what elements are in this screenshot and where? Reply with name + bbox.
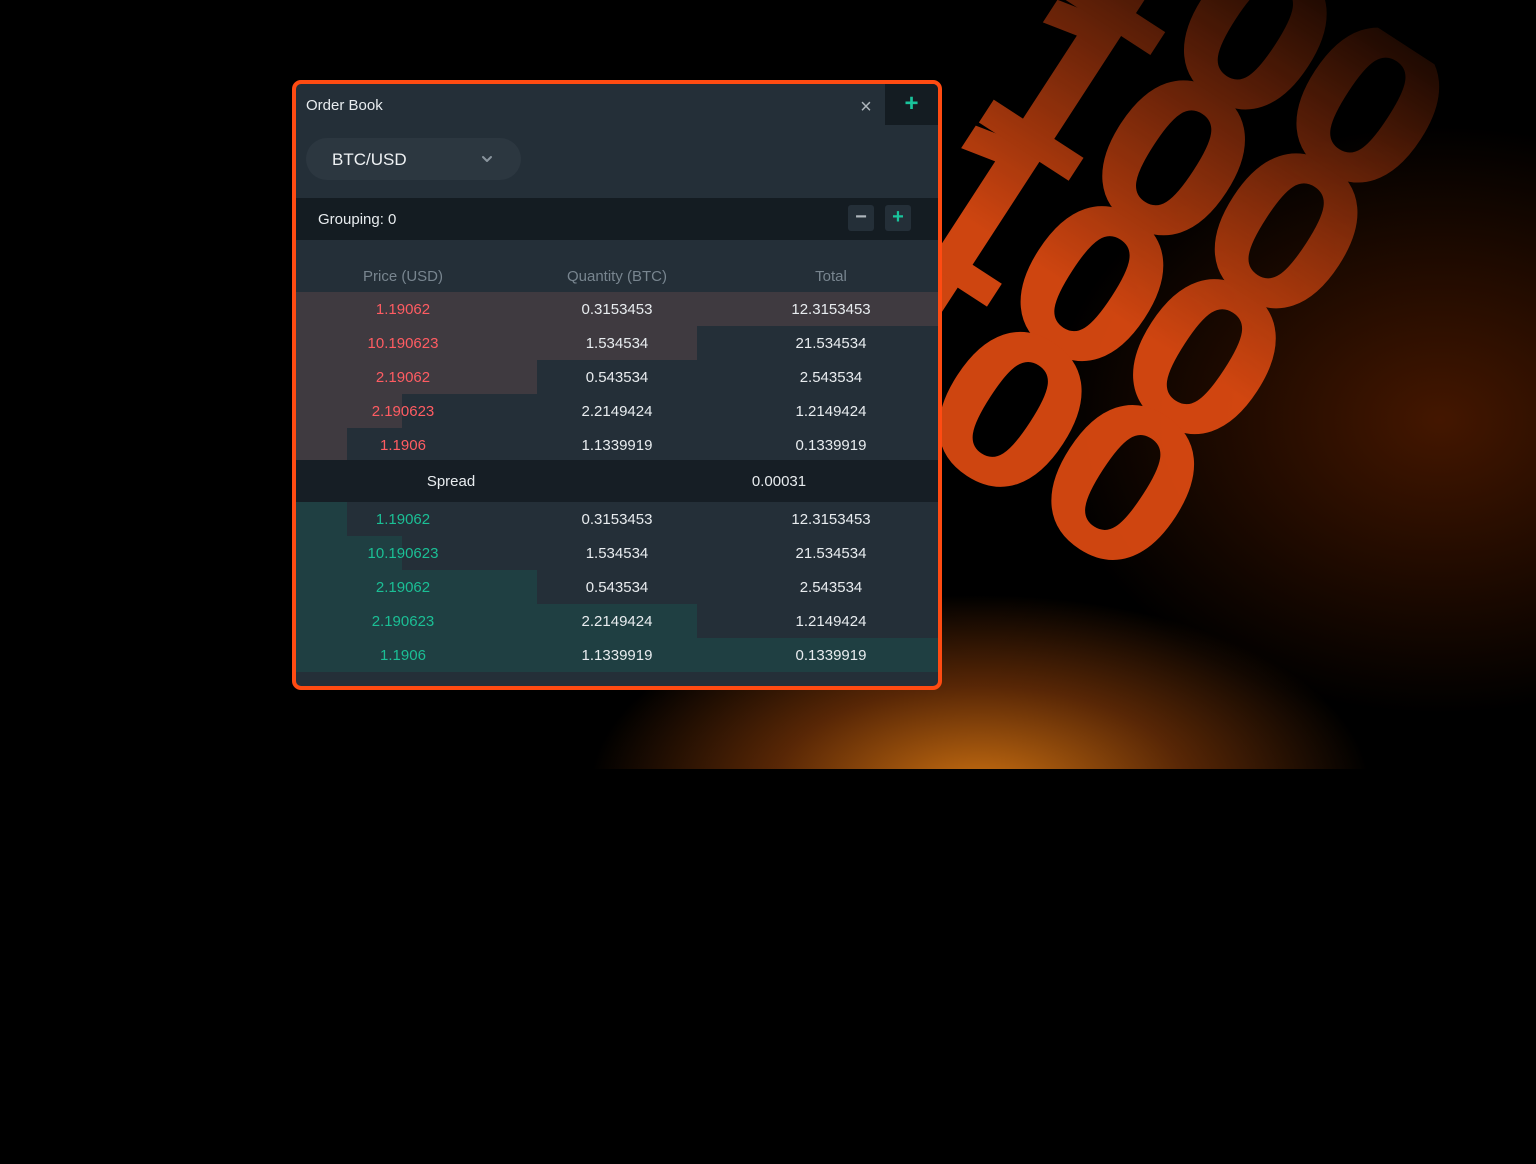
ask-row[interactable]: 10.190623 1.534534 21.534534 bbox=[296, 326, 938, 360]
ask-price: 10.190623 bbox=[367, 335, 439, 352]
bid-quantity: 0.3153453 bbox=[581, 511, 653, 528]
ask-price: 1.19062 bbox=[375, 301, 431, 318]
column-header-price: Price (USD) bbox=[362, 268, 443, 285]
spread-label: Spread bbox=[426, 473, 476, 490]
close-icon[interactable]: × bbox=[855, 96, 877, 118]
bid-quantity: 1.1339919 bbox=[581, 647, 653, 664]
spread-value: 0.00031 bbox=[751, 473, 807, 490]
ask-total: 21.534534 bbox=[795, 335, 867, 352]
column-header-quantity: Quantity (BTC) bbox=[566, 268, 668, 285]
ask-row[interactable]: 1.1906 1.1339919 0.1339919 bbox=[296, 428, 938, 462]
ask-quantity: 1.1339919 bbox=[581, 437, 653, 454]
ask-total: 2.543534 bbox=[799, 369, 863, 386]
bid-price: 10.190623 bbox=[367, 545, 439, 562]
ask-total: 0.1339919 bbox=[795, 437, 867, 454]
bid-total: 21.534534 bbox=[795, 545, 867, 562]
ask-row[interactable]: 2.190623 2.2149424 1.2149424 bbox=[296, 394, 938, 428]
bid-quantity: 2.2149424 bbox=[581, 613, 653, 630]
grouping-decrease-button[interactable]: − bbox=[848, 205, 874, 231]
bid-row[interactable]: 10.190623 1.534534 21.534534 bbox=[296, 536, 938, 570]
ask-price: 1.1906 bbox=[380, 437, 426, 454]
panel-title: Order Book bbox=[306, 97, 383, 114]
bid-row[interactable]: 2.190623 2.2149424 1.2149424 bbox=[296, 604, 938, 638]
bids-list: 1.19062 0.3153453 12.3153453 10.190623 1… bbox=[296, 502, 938, 672]
spread-row: Spread 0.00031 bbox=[296, 460, 938, 502]
ask-quantity: 0.3153453 bbox=[581, 301, 653, 318]
bid-price: 2.190623 bbox=[371, 613, 435, 630]
bid-price: 2.19062 bbox=[375, 579, 431, 596]
asks-list: 1.19062 0.3153453 12.3153453 10.190623 1… bbox=[296, 292, 938, 462]
bid-row[interactable]: 1.19062 0.3153453 12.3153453 bbox=[296, 502, 938, 536]
panel-titlebar: Order Book × + bbox=[296, 84, 938, 129]
add-tab-button[interactable]: + bbox=[885, 84, 938, 125]
ask-total: 1.2149424 bbox=[795, 403, 867, 420]
table-header: Price (USD) Quantity (BTC) Total bbox=[296, 264, 938, 292]
bid-price: 1.19062 bbox=[375, 511, 431, 528]
bid-row[interactable]: 2.19062 0.543534 2.543534 bbox=[296, 570, 938, 604]
ask-price: 2.19062 bbox=[375, 369, 431, 386]
bid-total: 2.543534 bbox=[799, 579, 863, 596]
grouping-increase-button[interactable]: + bbox=[885, 205, 911, 231]
bid-row[interactable]: 1.1906 1.1339919 0.1339919 bbox=[296, 638, 938, 672]
ask-quantity: 2.2149424 bbox=[581, 403, 653, 420]
pair-selector-value: BTC/USD bbox=[332, 150, 407, 169]
pair-selector[interactable]: BTC/USD bbox=[306, 138, 521, 180]
chevron-down-icon bbox=[482, 156, 492, 162]
bid-total: 0.1339919 bbox=[795, 647, 867, 664]
order-book-panel: Order Book × + BTC/USD Grouping: 0 − + P… bbox=[292, 80, 942, 690]
ask-quantity: 0.543534 bbox=[585, 369, 649, 386]
bid-quantity: 1.534534 bbox=[585, 545, 649, 562]
grouping-label: Grouping: 0 bbox=[318, 211, 397, 228]
grouping-bar: Grouping: 0 − + bbox=[296, 198, 938, 240]
bid-total: 1.2149424 bbox=[795, 613, 867, 630]
ask-price: 2.190623 bbox=[371, 403, 435, 420]
ask-row[interactable]: 1.19062 0.3153453 12.3153453 bbox=[296, 292, 938, 326]
bid-quantity: 0.543534 bbox=[585, 579, 649, 596]
ask-total: 12.3153453 bbox=[791, 301, 871, 318]
ask-quantity: 1.534534 bbox=[585, 335, 649, 352]
column-header-total: Total bbox=[815, 268, 847, 285]
ask-row[interactable]: 2.19062 0.543534 2.543534 bbox=[296, 360, 938, 394]
bid-price: 1.1906 bbox=[380, 647, 426, 664]
bid-total: 12.3153453 bbox=[791, 511, 871, 528]
